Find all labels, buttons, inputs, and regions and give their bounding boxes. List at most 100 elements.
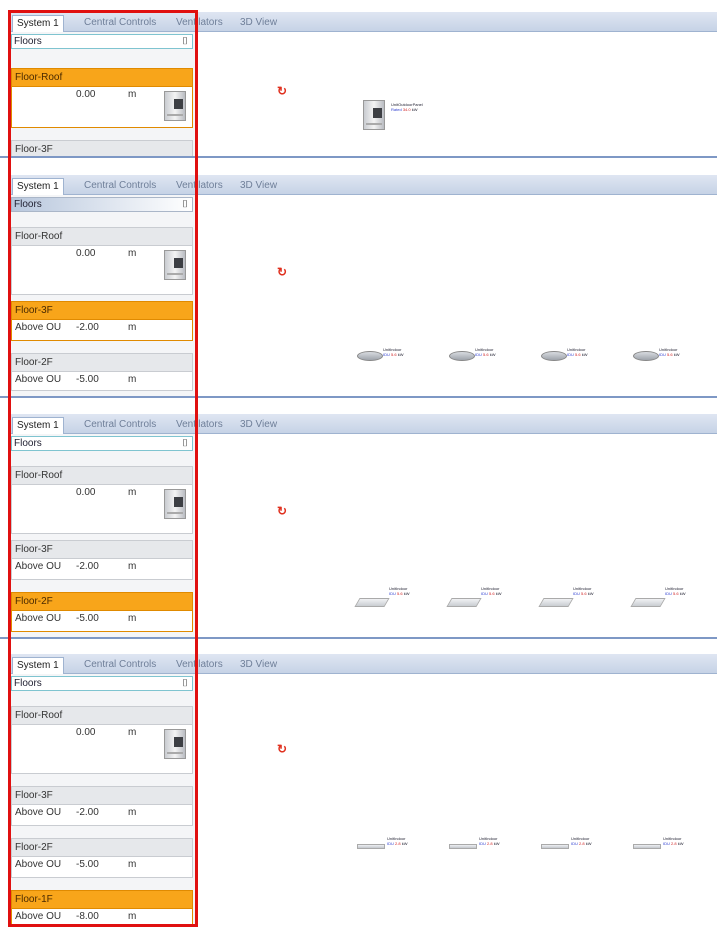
floors-label: Floors <box>14 36 42 47</box>
floors-header[interactable]: Floors ⌷ <box>11 197 193 212</box>
floors-sidebar: Floors ⌷ Floor-Roof 0.00 m Floor-3F Abov… <box>8 195 196 397</box>
tab-ventilators[interactable]: Ventilators <box>172 417 227 434</box>
floor-card-1f[interactable]: Floor-1F Above OU -8.00 m <box>11 890 193 927</box>
elevation-value: -5.00 <box>76 374 99 385</box>
unit-label: UnitIndoor IDU 5.6 kW <box>573 586 594 596</box>
design-canvas[interactable]: ↻ UnitIndoor IDU 2.8 kW UnitIndoor IDU 2.8… <box>197 674 717 927</box>
tab-ventilators[interactable]: Ventilators <box>172 15 227 32</box>
floors-header[interactable]: Floors ⌷ <box>11 34 193 49</box>
ceiling-unit-icon[interactable] <box>630 598 666 607</box>
elevation-unit: m <box>128 487 137 498</box>
floor-card-3f[interactable]: Floor-3F <box>11 140 193 156</box>
cassette-unit-icon[interactable] <box>449 351 475 361</box>
floors-header[interactable]: Floors ⌷ <box>11 676 193 691</box>
tab-3d-view[interactable]: 3D View <box>236 15 281 32</box>
floors-sidebar: Floors ⌷ Floor-Roof 0.00 m Floor-3F Abov… <box>8 434 196 638</box>
elevation-unit: m <box>128 727 137 738</box>
outdoor-unit-icon <box>164 91 186 121</box>
unit-label: UnitIndoor IDU 5.6 kW <box>659 347 680 357</box>
floor-name: Floor-2F <box>12 593 192 611</box>
tab-central-controls[interactable]: Central Controls <box>80 15 160 32</box>
elevation-unit: m <box>128 374 137 385</box>
floor-name: Floor-3F <box>12 787 192 805</box>
system-panel-3: System 1 Central Controls Ventilators 3D… <box>8 414 717 638</box>
floors-label: Floors <box>14 678 42 689</box>
tab-central-controls[interactable]: Central Controls <box>80 178 160 195</box>
elevation-value: -2.00 <box>76 561 99 572</box>
elevation-value: 0.00 <box>76 487 96 498</box>
floor-name: Floor-3F <box>12 302 192 320</box>
design-canvas[interactable]: ↻ UnitIndoor IDU 5.6 kW UnitIndoor IDU 5.6… <box>197 195 717 397</box>
above-ou-label: Above OU <box>15 807 62 818</box>
unit-label: UnitIndoor IDU 5.6 kW <box>567 347 588 357</box>
floors-label: Floors <box>14 199 42 210</box>
ceiling-unit-icon[interactable] <box>538 598 574 607</box>
unit-label: UnitIndoor IDU 5.6 kW <box>383 347 404 357</box>
floors-header[interactable]: Floors ⌷ <box>11 436 193 451</box>
tab-central-controls[interactable]: Central Controls <box>80 417 160 434</box>
pin-icon[interactable]: ⌷ <box>182 437 188 450</box>
floor-card-3f[interactable]: Floor-3F Above OU -2.00 m <box>11 540 193 580</box>
floors-sidebar: Floors ⌷ Floor-Roof 0.00 m Floor-3F <box>8 32 196 156</box>
ceiling-unit-icon[interactable] <box>446 598 482 607</box>
floor-card-roof[interactable]: Floor-Roof 0.00 m <box>11 706 193 774</box>
above-ou-label: Above OU <box>15 561 62 572</box>
cassette-unit-icon[interactable] <box>541 351 567 361</box>
tab-central-controls[interactable]: Central Controls <box>80 657 160 674</box>
tab-3d-view[interactable]: 3D View <box>236 417 281 434</box>
tab-system-1[interactable]: System 1 <box>12 15 64 32</box>
floor-name: Floor-Roof <box>12 228 192 246</box>
tab-3d-view[interactable]: 3D View <box>236 657 281 674</box>
unit-label: UnitIndoor IDU 2.8 kW <box>387 836 408 846</box>
floor-name: Floor-Roof <box>12 467 192 485</box>
floor-card-2f[interactable]: Floor-2F Above OU -5.00 m <box>11 353 193 391</box>
unit-label: UnitIndoor IDU 5.6 kW <box>665 586 686 596</box>
pin-icon[interactable]: ⌷ <box>182 198 188 211</box>
above-ou-label: Above OU <box>15 322 62 333</box>
elevation-unit: m <box>128 322 137 333</box>
tab-3d-view[interactable]: 3D View <box>236 178 281 195</box>
cassette-unit-icon[interactable] <box>357 351 383 361</box>
elevation-value: -5.00 <box>76 859 99 870</box>
floor-card-roof[interactable]: Floor-Roof 0.00 m <box>11 466 193 534</box>
tab-bar: System 1 Central Controls Ventilators 3D… <box>8 175 717 195</box>
design-canvas[interactable]: ↻ UnitIndoor IDU 5.6 kW UnitIndoor IDU 5.6… <box>197 434 717 638</box>
wall-unit-icon[interactable] <box>633 844 661 849</box>
panel-divider <box>0 396 717 398</box>
ceiling-unit-icon[interactable] <box>354 598 390 607</box>
above-ou-label: Above OU <box>15 859 62 870</box>
system-panel-1: System 1 Central Controls Ventilators 3D… <box>8 12 717 156</box>
wall-unit-icon[interactable] <box>357 844 385 849</box>
floor-name: Floor-2F <box>12 354 192 372</box>
floor-name: Floor-1F <box>12 891 192 909</box>
cassette-unit-icon[interactable] <box>633 351 659 361</box>
floor-card-2f[interactable]: Floor-2F Above OU -5.00 m <box>11 592 193 632</box>
elevation-unit: m <box>128 807 137 818</box>
system-panel-4: System 1 Central Controls Ventilators 3D… <box>8 654 717 927</box>
floor-card-roof[interactable]: Floor-Roof 0.00 m <box>11 227 193 295</box>
floor-card-roof[interactable]: Floor-Roof 0.00 m <box>11 68 193 128</box>
compass-icon: ↻ <box>277 504 288 518</box>
floor-card-2f[interactable]: Floor-2F Above OU -5.00 m <box>11 838 193 878</box>
pin-icon[interactable]: ⌷ <box>182 677 188 690</box>
tab-ventilators[interactable]: Ventilators <box>172 178 227 195</box>
system-panel-2: System 1 Central Controls Ventilators 3D… <box>8 175 717 397</box>
wall-unit-icon[interactable] <box>449 844 477 849</box>
outdoor-unit-icon <box>164 729 186 759</box>
design-canvas[interactable]: ↻ UnitOutdoorPanel Rated 34.0 kW <box>197 32 717 156</box>
compass-icon: ↻ <box>277 742 288 756</box>
pin-icon[interactable]: ⌷ <box>182 35 188 48</box>
tab-system-1[interactable]: System 1 <box>12 657 64 674</box>
outdoor-unit-icon[interactable] <box>363 100 385 130</box>
floor-card-3f[interactable]: Floor-3F Above OU -2.00 m <box>11 786 193 826</box>
wall-unit-icon[interactable] <box>541 844 569 849</box>
above-ou-label: Above OU <box>15 374 62 385</box>
tab-ventilators[interactable]: Ventilators <box>172 657 227 674</box>
floor-card-3f[interactable]: Floor-3F Above OU -2.00 m <box>11 301 193 341</box>
unit-label: UnitIndoor IDU 5.6 kW <box>481 586 502 596</box>
tab-system-1[interactable]: System 1 <box>12 417 64 434</box>
floor-name: Floor-2F <box>12 839 192 857</box>
above-ou-label: Above OU <box>15 911 62 922</box>
tab-system-1[interactable]: System 1 <box>12 178 64 195</box>
tab-bar: System 1 Central Controls Ventilators 3D… <box>8 654 717 674</box>
